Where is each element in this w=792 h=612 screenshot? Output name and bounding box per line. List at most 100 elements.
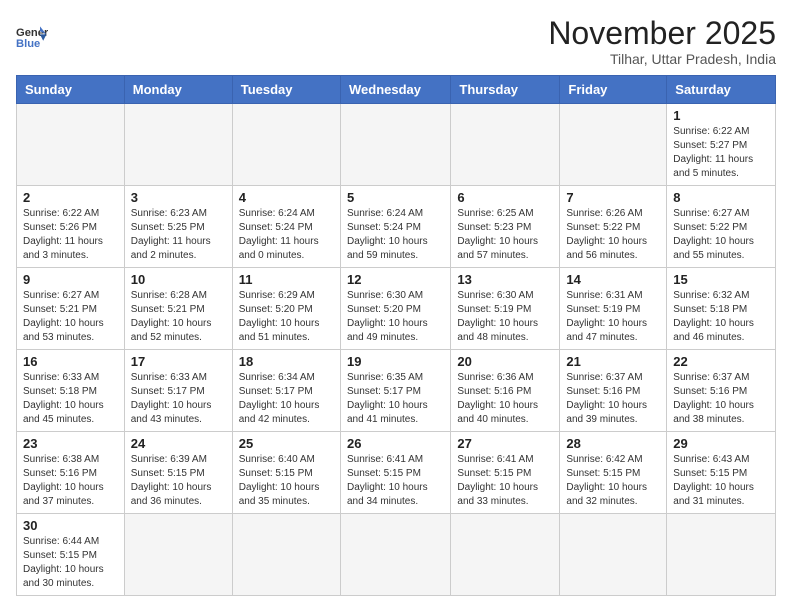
day-number: 18 xyxy=(239,354,334,369)
day-info: Sunrise: 6:41 AM Sunset: 5:15 PM Dayligh… xyxy=(347,453,444,509)
day-number: 4 xyxy=(239,190,334,205)
page-header: General Blue November 2025 Tilhar, Uttar… xyxy=(16,16,776,67)
calendar-day-cell: 10Sunrise: 6:28 AM Sunset: 5:21 PM Dayli… xyxy=(124,268,232,350)
calendar-day-cell: 1Sunrise: 6:22 AM Sunset: 5:27 PM Daylig… xyxy=(667,104,776,186)
day-info: Sunrise: 6:26 AM Sunset: 5:22 PM Dayligh… xyxy=(566,207,660,263)
calendar-day-cell: 29Sunrise: 6:43 AM Sunset: 5:15 PM Dayli… xyxy=(667,432,776,514)
day-number: 19 xyxy=(347,354,444,369)
day-info: Sunrise: 6:23 AM Sunset: 5:25 PM Dayligh… xyxy=(131,207,226,263)
calendar-day-cell xyxy=(667,514,776,596)
calendar-table: SundayMondayTuesdayWednesdayThursdayFrid… xyxy=(16,75,776,596)
calendar-header-monday: Monday xyxy=(124,76,232,104)
day-info: Sunrise: 6:37 AM Sunset: 5:16 PM Dayligh… xyxy=(566,371,660,427)
calendar-week-row: 16 Sunrise: 6:33 AM Sunset: 5:18 PM Dayli… xyxy=(17,350,776,432)
day-number: 27 xyxy=(457,436,553,451)
calendar-header-thursday: Thursday xyxy=(451,76,560,104)
day-number: 24 xyxy=(131,436,226,451)
day-info: Sunrise: 6:34 AM Sunset: 5:17 PM Dayligh… xyxy=(239,371,334,427)
day-number: 20 xyxy=(457,354,553,369)
month-title: November 2025 xyxy=(548,16,776,51)
calendar-day-cell: 27 Sunrise: 6:41 AM Sunset: 5:15 PM Dayli… xyxy=(451,432,560,514)
day-info: Sunrise: 6:22 AM Sunset: 5:26 PM Dayligh… xyxy=(23,207,118,263)
calendar-day-cell xyxy=(124,514,232,596)
location-subtitle: Tilhar, Uttar Pradesh, India xyxy=(548,51,776,67)
day-info: Sunrise: 6:27 AM Sunset: 5:22 PM Dayligh… xyxy=(673,207,769,263)
calendar-day-cell: 6 Sunrise: 6:25 AM Sunset: 5:23 PM Daylig… xyxy=(451,186,560,268)
calendar-day-cell: 18 Sunrise: 6:34 AM Sunset: 5:17 PM Dayli… xyxy=(232,350,340,432)
calendar-day-cell: 2 Sunrise: 6:22 AM Sunset: 5:26 PM Daylig… xyxy=(17,186,125,268)
day-number: 29 xyxy=(673,436,769,451)
day-number: 6 xyxy=(457,190,553,205)
logo-icon: General Blue xyxy=(16,20,48,52)
calendar-day-cell: 13 Sunrise: 6:30 AM Sunset: 5:19 PM Dayli… xyxy=(451,268,560,350)
day-info: Sunrise: 6:44 AM Sunset: 5:15 PM Dayligh… xyxy=(23,535,118,591)
calendar-day-cell: 26 Sunrise: 6:41 AM Sunset: 5:15 PM Dayli… xyxy=(340,432,450,514)
calendar-day-cell: 14 Sunrise: 6:31 AM Sunset: 5:19 PM Dayli… xyxy=(560,268,667,350)
day-number: 13 xyxy=(457,272,553,287)
svg-text:Blue: Blue xyxy=(16,38,40,50)
day-info: Sunrise: 6:24 AM Sunset: 5:24 PM Dayligh… xyxy=(347,207,444,263)
calendar-day-cell: 20Sunrise: 6:36 AM Sunset: 5:16 PM Dayli… xyxy=(451,350,560,432)
calendar-day-cell xyxy=(232,104,340,186)
calendar-day-cell: 23Sunrise: 6:38 AM Sunset: 5:16 PM Dayli… xyxy=(17,432,125,514)
calendar-day-cell xyxy=(560,104,667,186)
day-number: 23 xyxy=(23,436,118,451)
day-info: Sunrise: 6:42 AM Sunset: 5:15 PM Dayligh… xyxy=(566,453,660,509)
day-number: 28 xyxy=(566,436,660,451)
day-info: Sunrise: 6:29 AM Sunset: 5:20 PM Dayligh… xyxy=(239,289,334,345)
calendar-day-cell: 8 Sunrise: 6:27 AM Sunset: 5:22 PM Daylig… xyxy=(667,186,776,268)
day-number: 9 xyxy=(23,272,118,287)
day-number: 30 xyxy=(23,518,118,533)
day-info: Sunrise: 6:41 AM Sunset: 5:15 PM Dayligh… xyxy=(457,453,553,509)
calendar-day-cell: 16 Sunrise: 6:33 AM Sunset: 5:18 PM Dayli… xyxy=(17,350,125,432)
calendar-header-sunday: Sunday xyxy=(17,76,125,104)
calendar-day-cell xyxy=(232,514,340,596)
day-info: Sunrise: 6:32 AM Sunset: 5:18 PM Dayligh… xyxy=(673,289,769,345)
calendar-week-row: 30 Sunrise: 6:44 AM Sunset: 5:15 PM Dayli… xyxy=(17,514,776,596)
calendar-day-cell: 24 Sunrise: 6:39 AM Sunset: 5:15 PM Dayli… xyxy=(124,432,232,514)
day-number: 22 xyxy=(673,354,769,369)
calendar-week-row: 9 Sunrise: 6:27 AM Sunset: 5:21 PM Daylig… xyxy=(17,268,776,350)
calendar-week-row: 23Sunrise: 6:38 AM Sunset: 5:16 PM Dayli… xyxy=(17,432,776,514)
day-number: 2 xyxy=(23,190,118,205)
day-number: 25 xyxy=(239,436,334,451)
calendar-day-cell: 9 Sunrise: 6:27 AM Sunset: 5:21 PM Daylig… xyxy=(17,268,125,350)
day-info: Sunrise: 6:25 AM Sunset: 5:23 PM Dayligh… xyxy=(457,207,553,263)
day-info: Sunrise: 6:39 AM Sunset: 5:15 PM Dayligh… xyxy=(131,453,226,509)
day-info: Sunrise: 6:40 AM Sunset: 5:15 PM Dayligh… xyxy=(239,453,334,509)
day-number: 11 xyxy=(239,272,334,287)
day-number: 10 xyxy=(131,272,226,287)
day-number: 15 xyxy=(673,272,769,287)
day-info: Sunrise: 6:33 AM Sunset: 5:17 PM Dayligh… xyxy=(131,371,226,427)
calendar-day-cell: 22Sunrise: 6:37 AM Sunset: 5:16 PM Dayli… xyxy=(667,350,776,432)
day-info: Sunrise: 6:33 AM Sunset: 5:18 PM Dayligh… xyxy=(23,371,118,427)
calendar-day-cell: 15 Sunrise: 6:32 AM Sunset: 5:18 PM Dayli… xyxy=(667,268,776,350)
day-number: 8 xyxy=(673,190,769,205)
day-number: 7 xyxy=(566,190,660,205)
day-number: 16 xyxy=(23,354,118,369)
calendar-day-cell: 19Sunrise: 6:35 AM Sunset: 5:17 PM Dayli… xyxy=(340,350,450,432)
day-info: Sunrise: 6:27 AM Sunset: 5:21 PM Dayligh… xyxy=(23,289,118,345)
day-number: 5 xyxy=(347,190,444,205)
day-info: Sunrise: 6:31 AM Sunset: 5:19 PM Dayligh… xyxy=(566,289,660,345)
calendar-day-cell xyxy=(340,514,450,596)
calendar-week-row: 2 Sunrise: 6:22 AM Sunset: 5:26 PM Daylig… xyxy=(17,186,776,268)
day-info: Sunrise: 6:22 AM Sunset: 5:27 PM Dayligh… xyxy=(673,125,769,181)
calendar-header-friday: Friday xyxy=(560,76,667,104)
calendar-day-cell: 12Sunrise: 6:30 AM Sunset: 5:20 PM Dayli… xyxy=(340,268,450,350)
day-info: Sunrise: 6:30 AM Sunset: 5:19 PM Dayligh… xyxy=(457,289,553,345)
day-number: 12 xyxy=(347,272,444,287)
calendar-header-saturday: Saturday xyxy=(667,76,776,104)
day-number: 14 xyxy=(566,272,660,287)
calendar-day-cell xyxy=(340,104,450,186)
logo: General Blue xyxy=(16,20,48,52)
day-number: 21 xyxy=(566,354,660,369)
day-number: 26 xyxy=(347,436,444,451)
calendar-day-cell xyxy=(124,104,232,186)
calendar-day-cell xyxy=(17,104,125,186)
calendar-header-tuesday: Tuesday xyxy=(232,76,340,104)
calendar-day-cell: 3 Sunrise: 6:23 AM Sunset: 5:25 PM Daylig… xyxy=(124,186,232,268)
day-number: 3 xyxy=(131,190,226,205)
calendar-week-row: 1Sunrise: 6:22 AM Sunset: 5:27 PM Daylig… xyxy=(17,104,776,186)
calendar-header-wednesday: Wednesday xyxy=(340,76,450,104)
